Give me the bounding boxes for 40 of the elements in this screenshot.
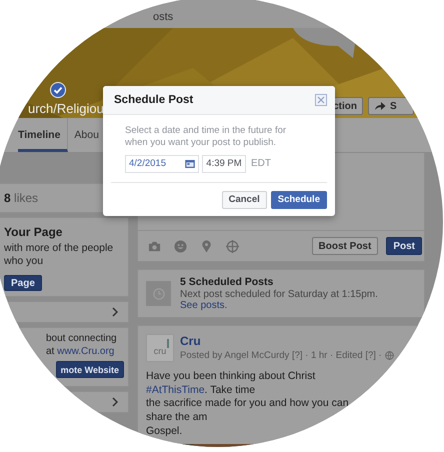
scheduled-text: Next post scheduled for Saturday at 1:15pm. See posts. [180, 289, 379, 311]
schedule-button[interactable]: Schedule [270, 190, 327, 209]
boost-post-button[interactable]: Boost Post [312, 237, 378, 255]
cover-button[interactable]: S [368, 97, 414, 115]
see-posts-link[interactable]: See posts. [180, 300, 228, 311]
nav-link[interactable]: osts [153, 10, 174, 22]
clock-icon [146, 281, 171, 306]
likes-count: 8 likes [4, 191, 38, 205]
post-button[interactable]: Post [386, 237, 422, 255]
page-category: urch/Religiou [28, 101, 104, 116]
cancel-button[interactable]: Cancel [222, 190, 267, 209]
website-link[interactable]: www.Cru.org [57, 346, 114, 357]
post-meta: Posted by Angel McCurdy [?] · 1 hr · Edited [?] · [180, 350, 382, 361]
dialog-message: Select a date and time in the future for when you want your post to publish. [125, 125, 288, 150]
location-pin-icon[interactable] [200, 240, 213, 252]
time-field[interactable]: 4:39 PM [202, 154, 246, 173]
tab[interactable]: Timeline [18, 118, 68, 152]
card-title: Your Page [4, 225, 64, 239]
page-logo: cru [146, 334, 174, 362]
card-text: bout connecting at www.Cru.org [46, 333, 118, 358]
globe-icon [384, 351, 394, 360]
calendar-icon[interactable] [185, 160, 195, 168]
tab[interactable]: Abou [74, 118, 99, 152]
page-button[interactable]: Page [4, 275, 42, 292]
dialog-title: Schedule Post [114, 94, 194, 106]
scheduled-title: 5 Scheduled Posts [180, 276, 274, 288]
author-link[interactable]: Cru [180, 334, 394, 348]
promote-website-button[interactable]: mote Website [56, 361, 124, 378]
post-text: Have you been thinking about Christ #AtThisTime. Take time the sacrifice made for you and how you can share the am Gospel. [146, 370, 350, 438]
chevron-right-icon[interactable] [112, 397, 118, 408]
crosshair-icon[interactable] [226, 240, 239, 252]
chevron-right-icon[interactable] [112, 307, 118, 318]
timezone-label: EDT [251, 158, 271, 170]
share-icon [374, 101, 386, 111]
close-icon[interactable] [315, 94, 327, 106]
camera-icon[interactable] [148, 240, 161, 252]
date-field[interactable]: 4/2/2015 [125, 154, 199, 173]
hashtag-link[interactable]: #AtThisTime [146, 384, 205, 396]
smiley-icon[interactable] [174, 240, 187, 252]
card-text: with more of the people who you [4, 242, 114, 268]
